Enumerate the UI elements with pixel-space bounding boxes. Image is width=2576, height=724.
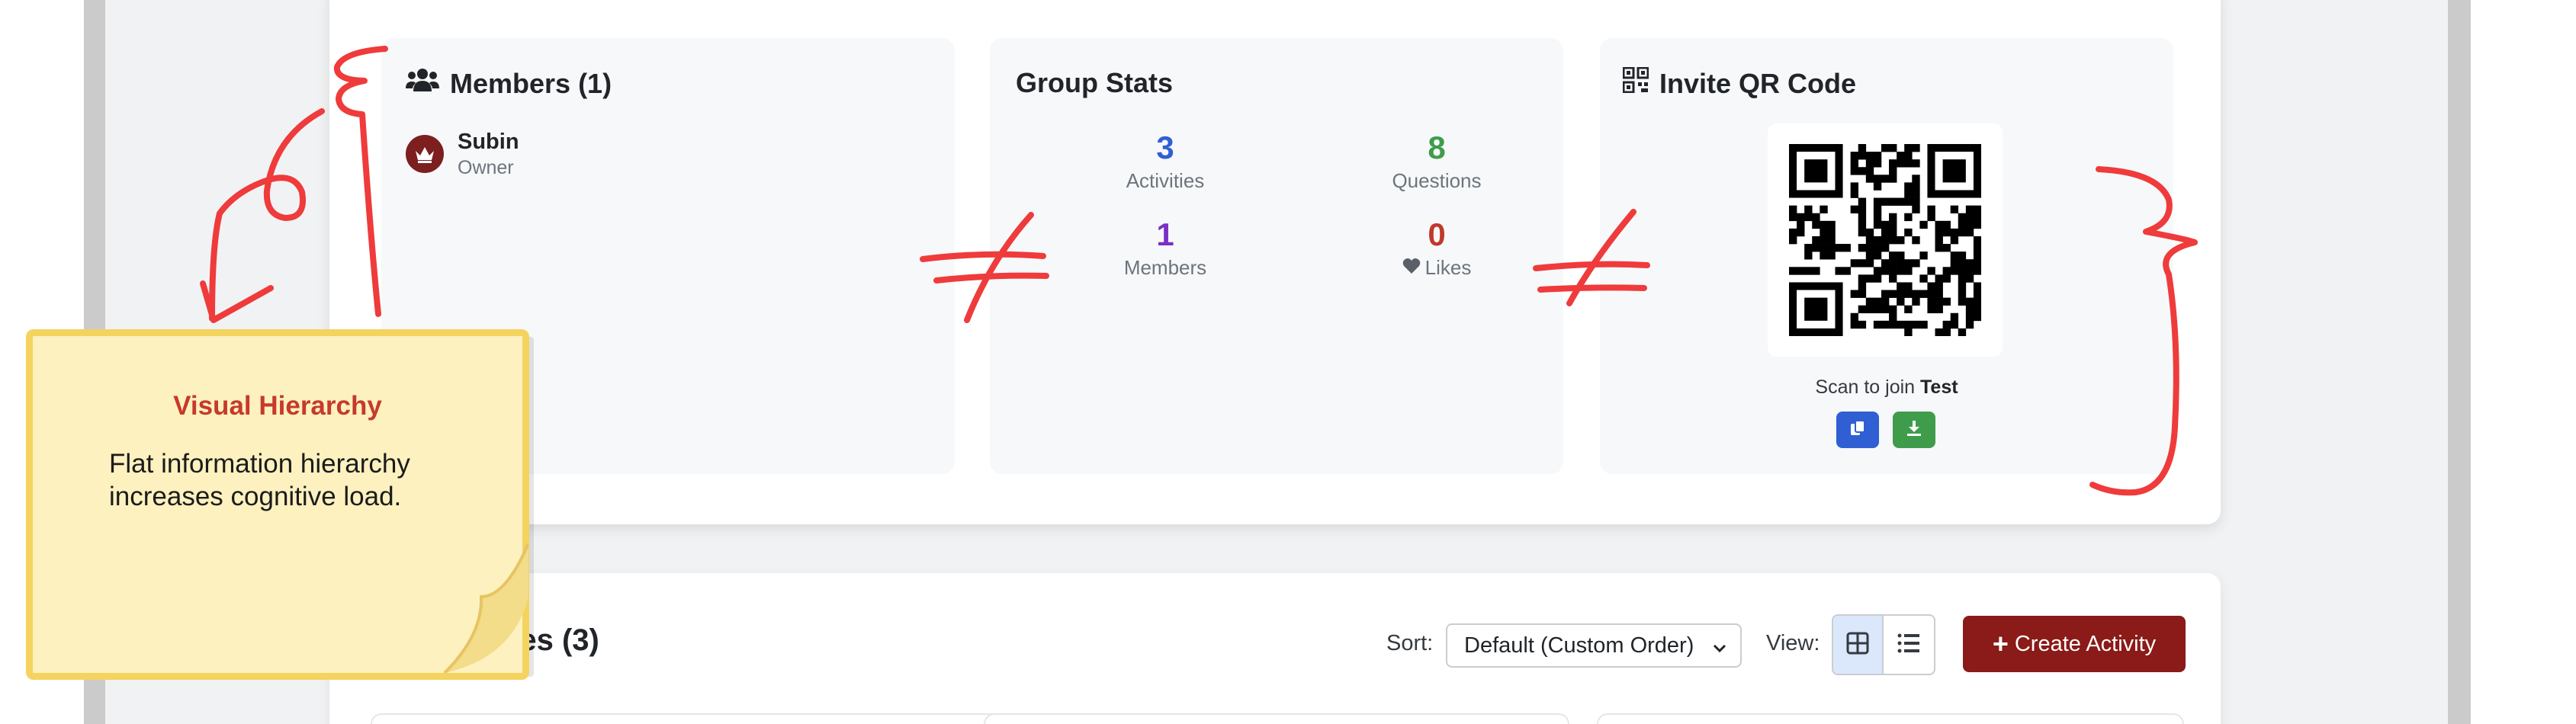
- scrollbar-track[interactable]: [2448, 0, 2471, 724]
- qr-code-image: [1768, 123, 2003, 357]
- copy-icon: [1848, 419, 1867, 441]
- invite-qr-title-text: Invite QR Code: [1659, 67, 1857, 99]
- crown-icon: [406, 135, 444, 173]
- sticky-note-title: Visual Hierarchy: [173, 391, 382, 421]
- grid-view-button[interactable]: [1833, 616, 1884, 674]
- member-role: Owner: [458, 157, 514, 178]
- list-icon: [1897, 633, 1920, 658]
- sort-select-value: Default (Custom Order): [1464, 633, 1694, 658]
- chevron-down-icon: [1711, 637, 1728, 662]
- group-stats-panel: Group Stats 3 Activities 8 Questions 1 M…: [990, 38, 1563, 474]
- stat-activities: 3 Activities: [1051, 128, 1280, 194]
- view-toggle: [1832, 614, 1935, 675]
- stat-activities-label: Activities: [1126, 169, 1205, 192]
- stat-likes-label: Likes: [1322, 255, 1551, 280]
- sticky-note: Visual Hierarchy Flat information hierar…: [26, 329, 529, 680]
- qr-caption: Scan to join Test: [1815, 376, 1958, 398]
- stat-questions-label: Questions: [1392, 169, 1482, 192]
- activity-card[interactable]: [1597, 713, 2184, 724]
- stat-activities-value: 3: [1156, 130, 1174, 165]
- stat-questions: 8 Questions: [1322, 128, 1551, 194]
- group-stats-title: Group Stats: [1016, 67, 1174, 98]
- grid-icon: [1846, 632, 1869, 658]
- heart-icon: [1402, 255, 1421, 280]
- qrcode-icon: [1622, 66, 1649, 100]
- activity-card[interactable]: [984, 713, 1569, 724]
- plus-icon: +: [1992, 628, 2009, 659]
- copy-link-button[interactable]: [1836, 412, 1879, 448]
- list-view-button[interactable]: [1884, 616, 1934, 674]
- member-name: Subin: [458, 130, 519, 154]
- invite-qr-title: Invite QR Code: [1622, 66, 1857, 100]
- users-icon: [406, 67, 439, 100]
- stat-questions-value: 8: [1428, 130, 1446, 165]
- stat-likes-value: 0: [1428, 216, 1446, 252]
- view-label: View:: [1766, 631, 1820, 655]
- member-item[interactable]: Subin Owner: [406, 128, 519, 180]
- page-curl-icon: [443, 543, 528, 673]
- sort-label: Sort:: [1386, 631, 1434, 655]
- download-qr-button[interactable]: [1893, 412, 1935, 448]
- create-activity-label: Create Activity: [2014, 631, 2157, 656]
- stat-members-value: 1: [1156, 216, 1174, 252]
- stat-members: 1 Members: [1051, 215, 1280, 280]
- activities-card: [329, 573, 2221, 724]
- create-activity-button[interactable]: + Create Activity: [1963, 616, 2186, 672]
- members-title: Members (1): [406, 67, 612, 100]
- download-icon: [1905, 419, 1923, 441]
- sticky-note-body: Flat information hierarchy increases cog…: [109, 449, 410, 511]
- sort-select[interactable]: Default (Custom Order): [1446, 623, 1742, 668]
- stat-likes: 0 Likes: [1322, 215, 1551, 280]
- members-title-text: Members (1): [450, 67, 612, 99]
- invite-qr-panel: Invite QR Code Scan to join Test: [1600, 38, 2173, 474]
- qr-group-name: Test: [1920, 376, 1958, 398]
- stat-members-label: Members: [1123, 256, 1207, 279]
